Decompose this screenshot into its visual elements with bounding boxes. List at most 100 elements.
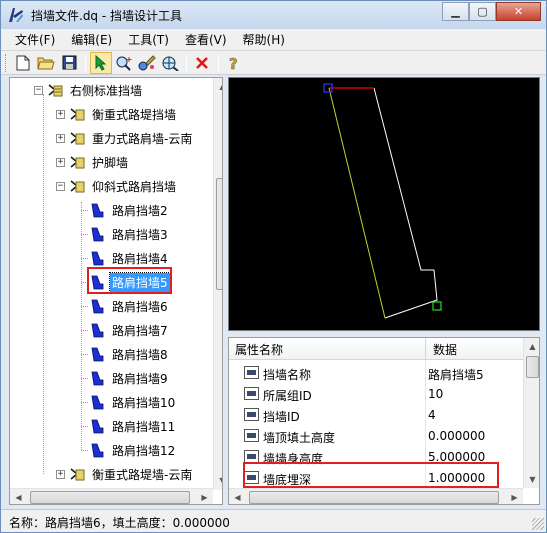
tree-horizontal-scrollbar[interactable]: ◀ ▶ — [10, 488, 213, 504]
select-arrow-icon[interactable] — [90, 51, 112, 74]
menu-tools[interactable]: 工具(T) — [120, 30, 177, 50]
property-value[interactable]: 路肩挡墙5 — [428, 366, 484, 383]
resize-grip[interactable] — [532, 518, 544, 530]
scrollbar-thumb[interactable] — [30, 491, 190, 504]
bottom-anchor-marker[interactable] — [432, 301, 442, 311]
status-bar: 名称：路肩挡墙6，填土高度：0.000000 — [1, 509, 546, 532]
tree-group-node[interactable]: + 重力式路肩墙-云南 — [56, 126, 194, 150]
scrollbar-thumb[interactable] — [526, 356, 539, 378]
expand-toggle-icon[interactable]: + — [56, 109, 65, 119]
property-value[interactable]: 0.000000 — [428, 429, 485, 443]
tree-guide-line — [81, 258, 88, 259]
scroll-right-icon[interactable]: ▶ — [196, 489, 213, 504]
toolbar-grip[interactable] — [5, 53, 8, 72]
scrollbar-thumb[interactable] — [249, 491, 499, 504]
tree-wall-item[interactable]: 路肩挡墙10 — [81, 390, 177, 414]
tree-wall-item[interactable]: 路肩挡墙9 — [81, 366, 170, 390]
paint-icon[interactable] — [136, 52, 158, 74]
tree-item-label: 路肩挡墙6 — [112, 299, 168, 314]
folder-tree-icon — [70, 468, 85, 481]
property-value[interactable]: 10 — [428, 387, 443, 401]
wall-section-icon — [91, 443, 104, 458]
delete-icon[interactable] — [191, 52, 213, 74]
scroll-left-icon[interactable]: ◀ — [229, 489, 246, 504]
tree-wall-item[interactable]: 路肩挡墙8 — [81, 342, 170, 366]
property-value[interactable]: 4 — [428, 408, 436, 422]
scroll-right-icon[interactable]: ▶ — [506, 489, 523, 504]
tree-root-node[interactable]: − 右侧标准挡墙 — [34, 78, 144, 102]
app-window: 挡墙文件.dq - 挡墙设计工具 ▁ ▢ ✕ 文件(F) 编辑(E) 工具(T)… — [0, 0, 547, 533]
expand-toggle-icon[interactable]: + — [56, 133, 65, 143]
tree-wall-item[interactable]: 路肩挡墙7 — [81, 318, 170, 342]
property-row[interactable]: 挡墙名称 路肩挡墙5 — [229, 362, 523, 384]
tree-item-label: 路肩挡墙8 — [112, 347, 168, 362]
maximize-icon[interactable]: ▢ — [469, 2, 496, 21]
toolbar-separator — [218, 53, 219, 72]
menu-help[interactable]: 帮助(H) — [235, 30, 293, 50]
svg-text:?: ? — [229, 55, 238, 71]
tree-item-label: 路肩挡墙7 — [112, 323, 168, 338]
tree-item-label: 路肩挡墙2 — [112, 203, 168, 218]
minimize-icon[interactable]: ▁ — [442, 2, 469, 21]
property-vertical-scrollbar[interactable]: ▲ ▼ — [523, 338, 539, 488]
wall-section-icon — [91, 299, 104, 314]
tree-guide-line — [43, 94, 44, 474]
wall-section-icon — [91, 251, 104, 266]
folder-tree-icon — [70, 108, 85, 121]
column-header-name[interactable]: 属性名称 — [235, 341, 283, 358]
tree-wall-item[interactable]: 路肩挡墙6 — [81, 294, 170, 318]
wall-outline — [373, 87, 438, 319]
expand-toggle-icon[interactable]: + — [56, 469, 65, 479]
tree-group-node[interactable]: + 衡重式路堤墙-云南 — [56, 462, 194, 486]
toolbar-separator — [186, 53, 187, 72]
zoom-extent-icon[interactable] — [159, 52, 181, 74]
property-row[interactable]: 所属组ID 10 — [229, 383, 523, 405]
drawing-canvas[interactable] — [228, 77, 540, 331]
tree-wall-item[interactable]: 路肩挡墙11 — [81, 414, 177, 438]
tree-guide-line — [81, 426, 88, 427]
menu-edit[interactable]: 编辑(E) — [63, 30, 120, 50]
scroll-up-icon[interactable]: ▲ — [524, 338, 539, 355]
close-icon[interactable]: ✕ — [496, 2, 541, 21]
open-folder-icon[interactable] — [35, 52, 57, 74]
zoom-point-icon[interactable] — [113, 52, 135, 74]
tree-wall-item[interactable]: 路肩挡墙2 — [81, 198, 170, 222]
tree-group-node[interactable]: − 仰斜式路肩挡墙 — [56, 174, 178, 198]
tree-item-label: 路肩挡墙11 — [112, 419, 176, 434]
property-field-icon — [244, 387, 259, 400]
property-row[interactable]: 墙顶填土高度 0.000000 — [229, 425, 523, 447]
tree-group-node[interactable]: + 护脚墙 — [56, 150, 130, 174]
scroll-down-icon[interactable]: ▼ — [214, 472, 222, 489]
expand-toggle-icon[interactable]: + — [56, 157, 65, 167]
tree-wall-item[interactable]: 路肩挡墙12 — [81, 438, 177, 462]
column-divider[interactable] — [425, 338, 426, 360]
wall-section-icon — [91, 419, 104, 434]
tree-guide-line — [81, 234, 88, 235]
tree-vertical-scrollbar[interactable]: ▲ ▼ — [213, 78, 222, 490]
menu-view[interactable]: 查看(V) — [177, 30, 235, 50]
scroll-left-icon[interactable]: ◀ — [10, 489, 27, 504]
menu-file[interactable]: 文件(F) — [7, 30, 63, 50]
new-file-icon[interactable] — [12, 52, 34, 74]
tree-guide-line — [81, 202, 82, 450]
collapse-toggle-icon[interactable]: − — [56, 181, 65, 191]
tree-guide-line — [81, 450, 88, 451]
scroll-down-icon[interactable]: ▼ — [524, 471, 539, 488]
collapse-toggle-icon[interactable]: − — [34, 85, 43, 95]
save-icon[interactable] — [58, 52, 80, 74]
property-horizontal-scrollbar[interactable]: ◀ ▶ — [229, 488, 523, 504]
tree-group-label: 衡重式路堤墙-云南 — [92, 467, 193, 482]
column-header-value[interactable]: 数据 — [433, 341, 457, 358]
scroll-up-icon[interactable]: ▲ — [214, 78, 222, 95]
tree-group-label: 仰斜式路肩挡墙 — [92, 179, 177, 194]
tree-wall-item[interactable]: 路肩挡墙3 — [81, 222, 170, 246]
help-icon[interactable]: ? — [223, 52, 245, 74]
tree-group-node[interactable]: + 衡重式路堤挡墙 — [56, 102, 178, 126]
scrollbar-thumb[interactable] — [216, 178, 222, 290]
tree-group-label: 护脚墙 — [92, 155, 129, 170]
property-row[interactable]: 挡墙ID 4 — [229, 404, 523, 426]
wall-section-icon — [91, 395, 104, 410]
tree-guide-line — [81, 378, 88, 379]
selection-highlight-box — [87, 267, 172, 294]
tree-guide-line — [81, 402, 88, 403]
